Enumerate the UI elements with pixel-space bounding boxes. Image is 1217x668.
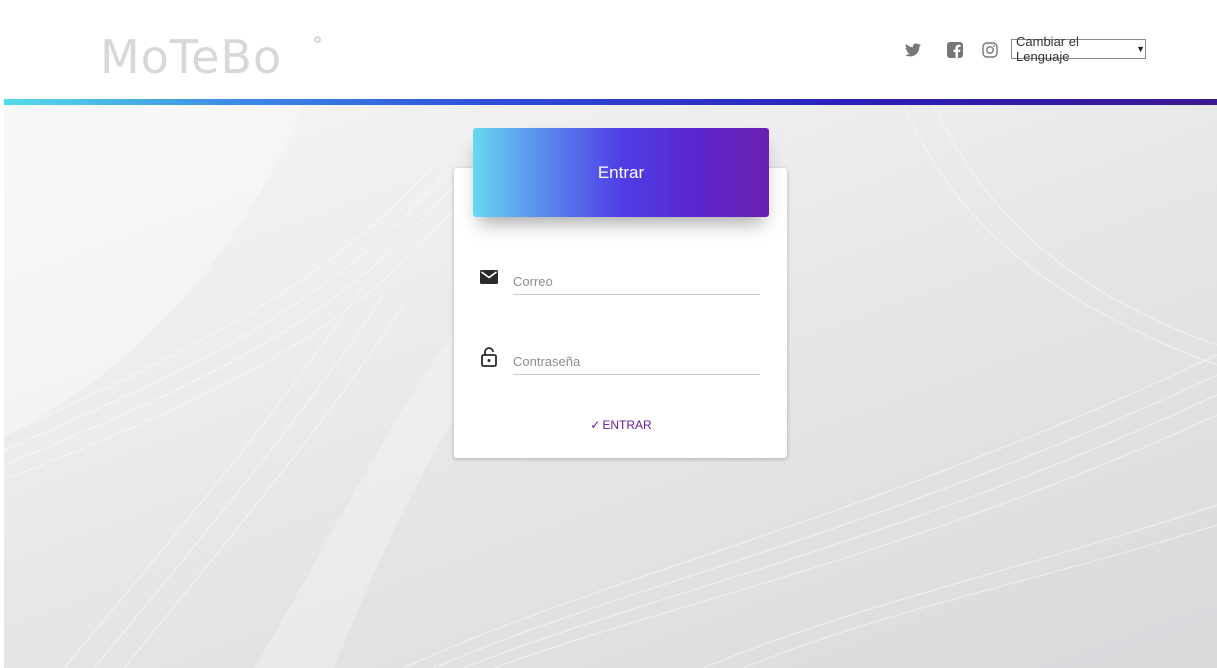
language-select-value: Cambiar el Lenguaje: [1016, 34, 1079, 64]
submit-label: ENTRAR: [602, 418, 652, 432]
submit-button[interactable]: ✓ ENTRAR: [584, 414, 658, 436]
facebook-icon[interactable]: [946, 41, 964, 59]
language-select[interactable]: Cambiar el Lenguaje ▼: [1011, 34, 1146, 64]
chevron-down-icon: ▼: [1136, 44, 1145, 54]
password-field[interactable]: [513, 348, 760, 375]
brand-logo[interactable]: MoTeBo: [100, 34, 282, 80]
email-field[interactable]: [513, 268, 760, 295]
instagram-icon[interactable]: [981, 41, 999, 59]
mail-icon: [480, 270, 498, 288]
top-header: MoTeBo Cambiar el Lenguaje ▼: [0, 0, 1217, 99]
login-card-header: Entrar: [473, 128, 769, 217]
login-title: Entrar: [597, 162, 645, 182]
twitter-icon[interactable]: [904, 41, 922, 59]
logo-dot: [314, 36, 321, 43]
login-page: MoTeBo Cambiar el Lenguaje ▼ Entrar Corr…: [0, 0, 1217, 668]
lock-icon: [481, 347, 499, 367]
check-icon: ✓: [590, 418, 601, 432]
